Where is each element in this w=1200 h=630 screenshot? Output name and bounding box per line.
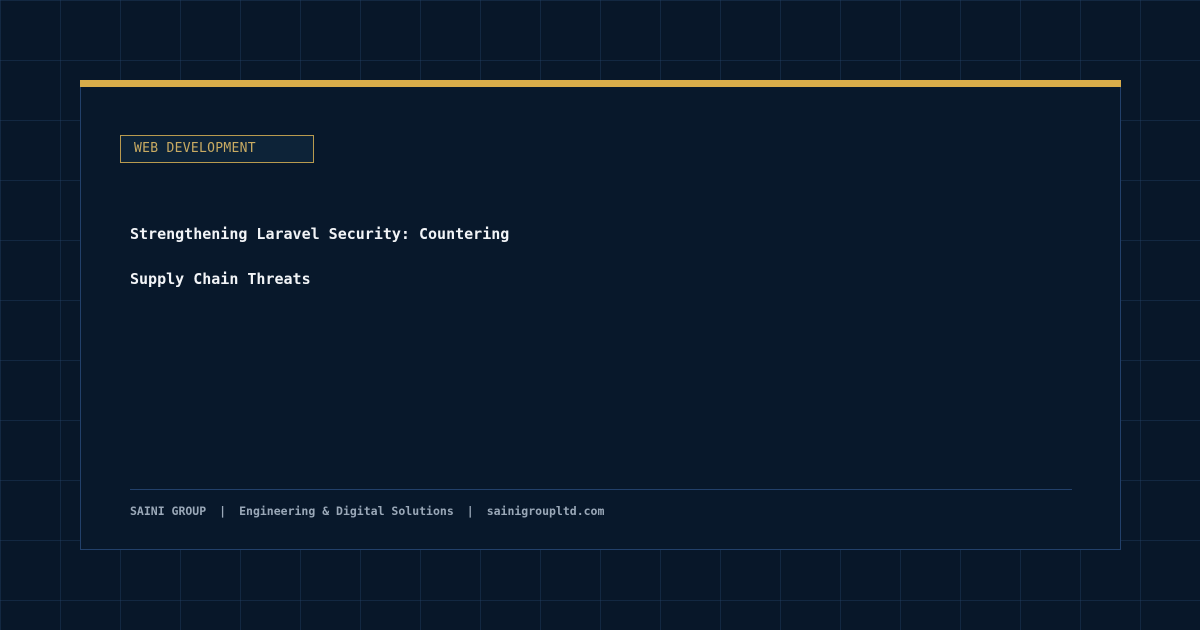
footer-separator: | <box>466 504 474 518</box>
category-tag: WEB DEVELOPMENT <box>120 135 314 163</box>
footer-company: SAINI GROUP <box>130 504 207 518</box>
footer-separator: | <box>219 504 227 518</box>
article-title: Strengthening Laravel Security: Counteri… <box>130 212 690 302</box>
footer-website: sainigroupltd.com <box>486 504 605 518</box>
card-accent-bar <box>80 80 1121 87</box>
footer-tagline: Engineering & Digital Solutions <box>239 504 454 518</box>
footer-divider <box>130 489 1072 490</box>
footer: SAINI GROUP | Engineering & Digital Soluti… <box>130 503 604 519</box>
article-card: WEB DEVELOPMENT Strengthening Laravel Se… <box>80 80 1121 550</box>
article-title-line-1: Strengthening Laravel Security: Counteri… <box>130 225 510 243</box>
og-image-canvas: WEB DEVELOPMENT Strengthening Laravel Se… <box>0 0 1200 630</box>
article-title-line-2: Supply Chain Threats <box>130 270 311 288</box>
